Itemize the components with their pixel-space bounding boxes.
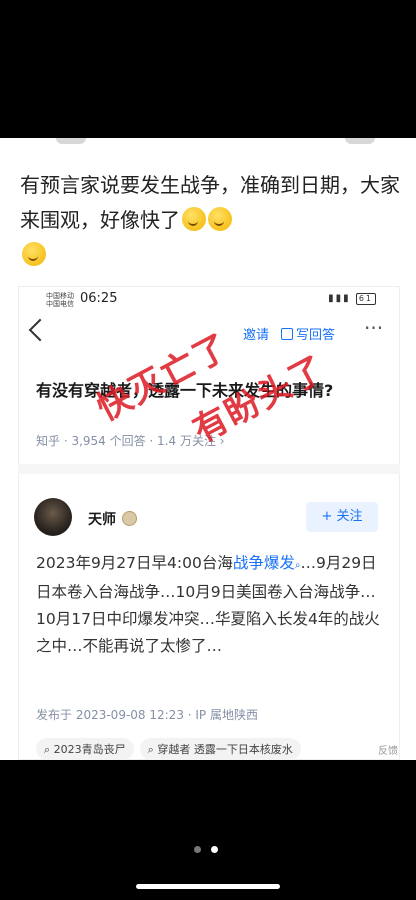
- status-time: 06:25: [80, 291, 118, 306]
- previous-post-edge: [0, 138, 416, 152]
- smirk-emoji-icon: [22, 242, 46, 266]
- page-dot-active[interactable]: [211, 846, 218, 853]
- tag-chip[interactable]: ⌕ 穿越者 透露一下日本核废水: [139, 738, 301, 760]
- pen-icon: [281, 328, 293, 340]
- page-dot[interactable]: [194, 846, 201, 853]
- avatar[interactable]: [34, 498, 72, 536]
- answer-text[interactable]: 2023年9月27日早4:00台海战争爆发⌕…9月29日日本卷入台海战争…10月…: [36, 550, 386, 660]
- status-bar: 中国移动 中国电信 06:25 ▮▮▮ 61: [18, 286, 400, 312]
- divider: [18, 464, 400, 474]
- signal-icon: ▮▮▮: [328, 293, 351, 304]
- follow-button[interactable]: + 关注: [306, 502, 378, 532]
- invite-button[interactable]: 邀请: [243, 324, 269, 343]
- badge-icon: [122, 511, 137, 526]
- smirk-emoji-icon: [208, 207, 232, 231]
- publish-info: 发布于 2023-09-08 12:23 · IP 属地陕西: [36, 708, 258, 722]
- post-text: 有预言家说要发生战争，准确到日期，大家来围观，好像快了: [20, 168, 400, 273]
- back-arrow-icon[interactable]: [28, 318, 52, 342]
- battery-icon: 61: [355, 293, 376, 305]
- write-answer-button[interactable]: 写回答: [281, 324, 335, 343]
- author-name[interactable]: 天师: [88, 509, 137, 529]
- tag-row: ⌕ 2023青岛丧尸 ⌕ 穿越者 透露一下日本核废水 反馈: [36, 738, 400, 760]
- social-post: 有预言家说要发生战争，准确到日期，大家来围观，好像快了 中国移动 中国电信 06…: [0, 138, 416, 760]
- carrier-labels: 中国移动 中国电信: [46, 292, 74, 308]
- home-indicator[interactable]: [136, 884, 280, 889]
- report-link[interactable]: 反馈: [378, 742, 398, 757]
- tag-chip[interactable]: ⌕ 2023青岛丧尸: [36, 738, 134, 760]
- search-highlight-link[interactable]: 战争爆发: [233, 554, 295, 572]
- more-menu-icon[interactable]: ···: [364, 316, 383, 340]
- smirk-emoji-icon: [182, 207, 206, 231]
- status-icons: ▮▮▮ 61: [328, 293, 376, 305]
- embedded-screenshot[interactable]: 中国移动 中国电信 06:25 ▮▮▮ 61 邀请 写回答 ··· 有没有穿越者…: [18, 286, 400, 760]
- page-indicator: [194, 838, 228, 857]
